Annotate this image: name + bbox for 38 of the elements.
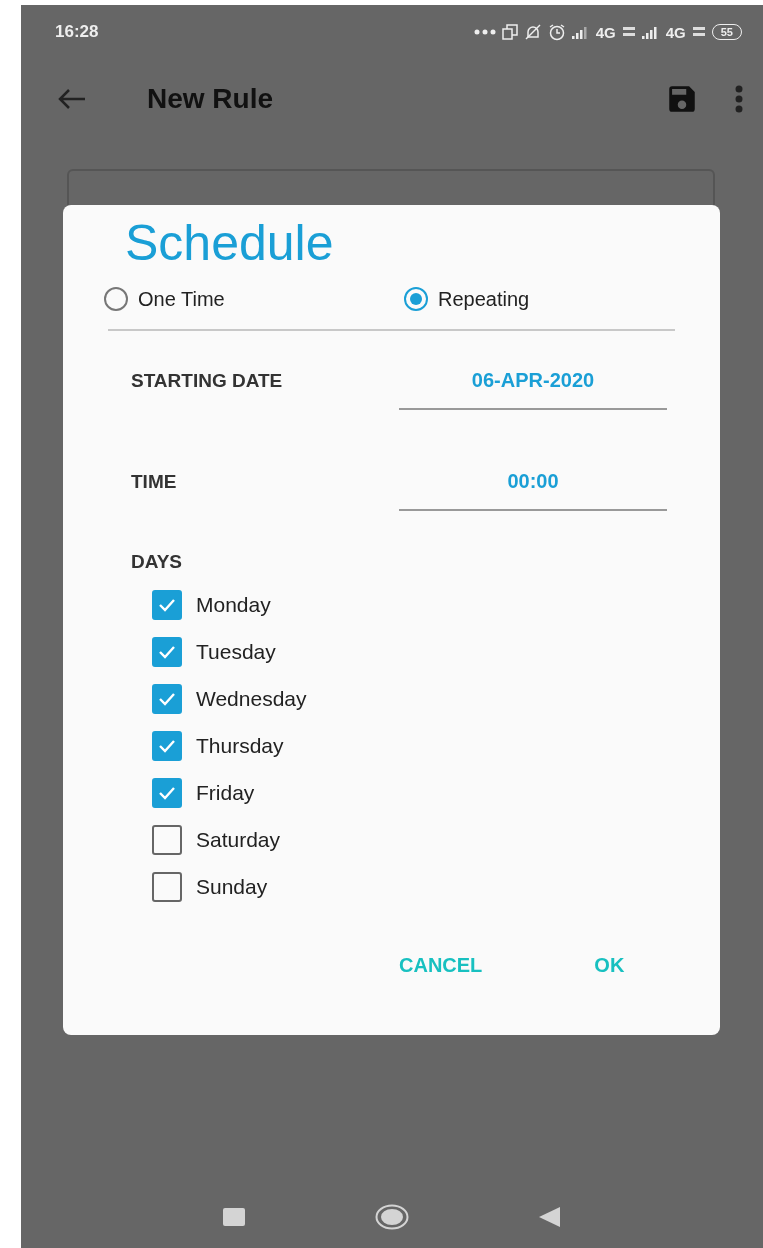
day-checkbox[interactable] xyxy=(152,871,182,902)
day-checkbox[interactable] xyxy=(152,730,182,761)
dialog-title: Schedule xyxy=(125,214,335,273)
cancel-button[interactable]: CANCEL xyxy=(383,946,499,985)
day-label: Wednesday xyxy=(196,686,307,711)
signal-icon xyxy=(571,25,590,39)
more-dots-icon xyxy=(473,29,496,35)
day-checkbox[interactable] xyxy=(152,824,182,855)
schedule-type-radio[interactable]: One Time xyxy=(104,287,404,311)
time-field[interactable]: 00:00 xyxy=(399,470,667,511)
alarm-icon xyxy=(547,23,566,41)
muted-bell-icon xyxy=(523,24,542,40)
network-type: 4G xyxy=(595,23,616,41)
day-checkbox[interactable] xyxy=(152,636,182,667)
day-label: Tuesday xyxy=(196,639,276,664)
status-time: 16:28 xyxy=(55,22,99,42)
day-label: Saturday xyxy=(196,827,281,852)
network-type: 4G xyxy=(665,23,686,41)
day-checkbox[interactable] xyxy=(152,683,182,714)
time-label: TIME xyxy=(131,471,178,494)
day-label: Friday xyxy=(196,780,255,805)
ok-button[interactable]: OK xyxy=(578,946,641,985)
screen-title: New Rule xyxy=(147,83,275,115)
overflow-menu-icon[interactable] xyxy=(735,85,743,113)
signal-icon xyxy=(641,25,660,39)
starting-date-label: STARTING DATE xyxy=(131,370,284,393)
day-checkbox[interactable] xyxy=(152,777,182,808)
back-icon[interactable] xyxy=(539,1207,561,1227)
back-arrow-icon[interactable] xyxy=(57,88,87,110)
starting-date-field[interactable]: 06-APR-2020 xyxy=(399,369,667,410)
day-label: Monday xyxy=(196,592,271,617)
day-label: Thursday xyxy=(196,733,284,758)
screen-icon xyxy=(501,24,518,40)
day-label: Sunday xyxy=(196,874,268,899)
home-icon[interactable] xyxy=(375,1204,409,1230)
schedule-type-radio[interactable]: Repeating xyxy=(404,287,704,311)
day-checkbox[interactable] xyxy=(152,589,182,620)
days-label: DAYS xyxy=(131,551,184,573)
